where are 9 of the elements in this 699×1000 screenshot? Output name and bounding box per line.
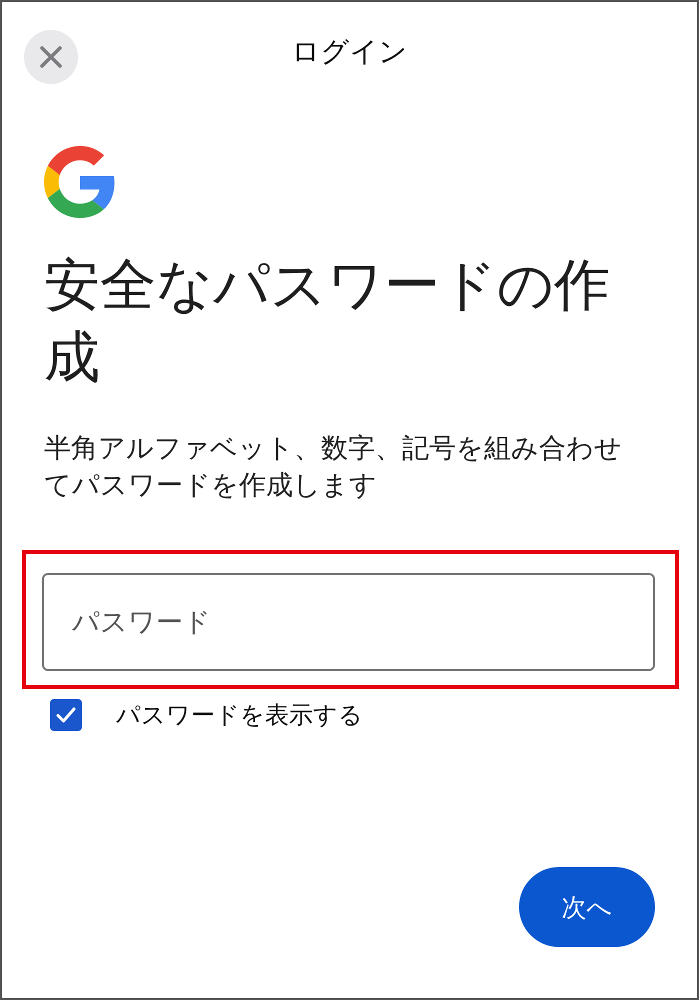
checkbox-label: パスワードを表示する [116,700,363,731]
page-heading: 安全なパスワードの作成 [44,252,611,392]
next-button[interactable]: 次へ [519,867,655,947]
checkbox[interactable] [50,699,82,731]
password-field[interactable]: パスワード [42,573,655,671]
instruction-text: 半角アルファベット、数字、記号を組み合わせてパスワードを作成します [44,432,623,503]
google-logo-icon [44,146,116,218]
screen-title: ログイン [292,34,408,70]
close-icon [39,45,63,69]
